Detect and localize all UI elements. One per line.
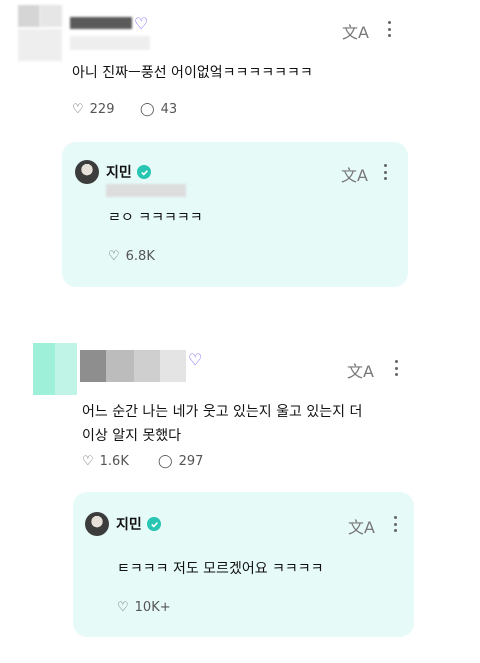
artist-name[interactable]: 지민 bbox=[106, 162, 132, 182]
reply-text: ㄹㅇ ㅋㅋㅋㅋㅋ bbox=[108, 210, 203, 226]
reply-button[interactable]: ◯ 297 bbox=[158, 454, 203, 469]
reply-count: 297 bbox=[178, 454, 204, 469]
translate-icon[interactable]: 文A bbox=[347, 358, 374, 382]
reply-text: ㅌㅋㅋㅋ 저도 모르겠어요 ㅋㅋㅋㅋ bbox=[117, 561, 324, 577]
avatar[interactable] bbox=[18, 5, 64, 61]
avatar[interactable] bbox=[75, 160, 99, 184]
heart-hands-icon: ♡ bbox=[72, 102, 84, 117]
comment-text: 아니 진짜ㅡ풍선 어이없엌ㅋㅋㅋㅋㅋㅋㅋ bbox=[72, 65, 313, 81]
like-count: 1.6K bbox=[99, 454, 129, 469]
verified-badge-icon bbox=[137, 165, 151, 179]
like-button[interactable]: ♡ 10K+ bbox=[117, 600, 171, 615]
heart-hands-icon: ♡ bbox=[82, 454, 94, 469]
membership-badge-icon: ♡ bbox=[134, 14, 149, 33]
translate-icon[interactable]: 文A bbox=[348, 514, 375, 538]
heart-hands-icon: ♡ bbox=[117, 600, 129, 615]
reply-count: 43 bbox=[160, 102, 178, 117]
more-vertical-icon[interactable] bbox=[387, 21, 391, 37]
comment-bubble-icon: ◯ bbox=[158, 454, 173, 469]
avatar[interactable] bbox=[85, 512, 109, 536]
comment-text-line-2: 이상 알지 못했다 bbox=[82, 428, 182, 444]
artist-reply: 지민 文A ㅌㅋㅋㅋ 저도 모르겠어요 ㅋㅋㅋㅋ ♡ 10K+ bbox=[73, 492, 414, 637]
like-button[interactable]: ♡ 229 bbox=[72, 102, 114, 117]
more-vertical-icon[interactable] bbox=[383, 164, 387, 180]
translate-icon[interactable]: 文A bbox=[342, 19, 369, 43]
like-count: 6.8K bbox=[125, 249, 155, 264]
translate-icon[interactable]: 文A bbox=[341, 162, 368, 186]
reply-button[interactable]: ◯ 43 bbox=[140, 102, 177, 117]
artist-reply: 지민 文A ㄹㅇ ㅋㅋㅋㅋㅋ ♡ 6.8K bbox=[62, 142, 408, 287]
comment-bubble-icon: ◯ bbox=[140, 102, 155, 117]
comment-text-line-1: 어느 순간 나는 네가 웃고 있는지 울고 있는지 더 bbox=[82, 404, 363, 420]
like-button[interactable]: ♡ 1.6K bbox=[82, 454, 129, 469]
verified-badge-icon bbox=[147, 517, 161, 531]
timestamp bbox=[70, 36, 150, 50]
like-count: 229 bbox=[89, 102, 115, 117]
avatar[interactable] bbox=[33, 343, 77, 395]
membership-badge-icon: ♡ bbox=[188, 350, 203, 369]
username[interactable] bbox=[70, 17, 132, 29]
like-button[interactable]: ♡ 6.8K bbox=[108, 249, 155, 264]
timestamp bbox=[106, 184, 186, 197]
comment-1: ♡ 文A 아니 진짜ㅡ풍선 어이없엌ㅋㅋㅋㅋㅋㅋㅋ ♡ 229 ◯ 43 지민 … bbox=[0, 0, 480, 320]
username[interactable] bbox=[80, 350, 186, 382]
more-vertical-icon[interactable] bbox=[394, 360, 398, 376]
comment-2: ♡ 文A 어느 순간 나는 네가 웃고 있는지 울고 있는지 더 이상 알지 못… bbox=[0, 330, 480, 663]
like-count: 10K+ bbox=[134, 600, 171, 615]
more-vertical-icon[interactable] bbox=[393, 516, 397, 532]
artist-name[interactable]: 지민 bbox=[116, 514, 142, 534]
heart-hands-icon: ♡ bbox=[108, 249, 120, 264]
